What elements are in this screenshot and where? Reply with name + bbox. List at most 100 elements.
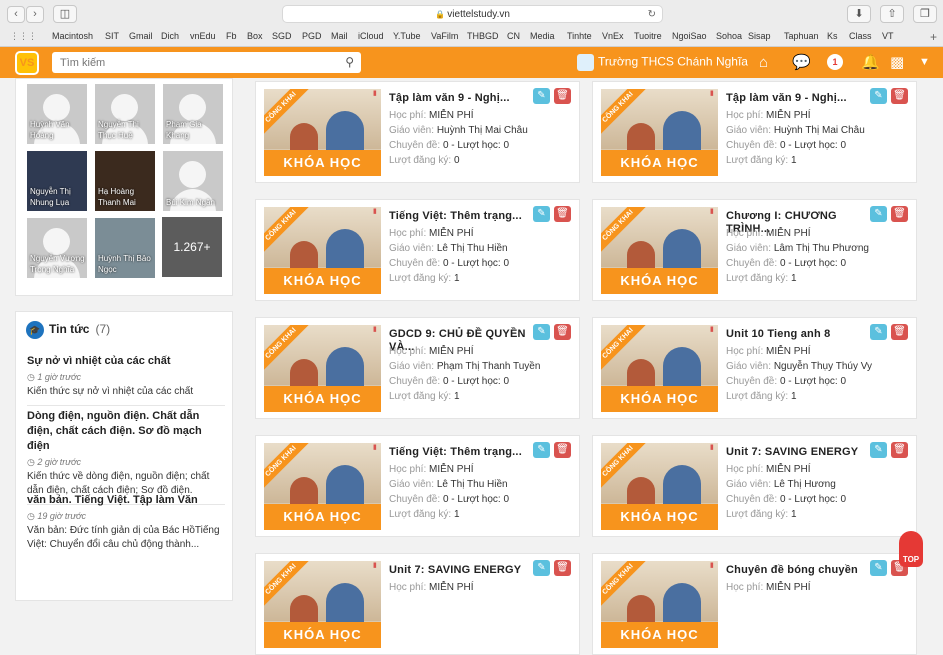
bookmark-link[interactable]: THBGD (467, 31, 499, 41)
news-item[interactable]: Sự nở vì nhiệt của các chất ◷ 1 giờ trước… (27, 354, 225, 406)
home-icon[interactable]: ⌂ (759, 54, 768, 71)
member-avatar[interactable]: Huỳnh Thị Bảo Ngọc (95, 218, 155, 278)
course-title[interactable]: Tiếng Việt: Thêm trạng... (389, 446, 539, 459)
course-card[interactable]: CÔNG KHAI KHÓA HỌC ▮ Tập làm văn 9 - Nghị..… (255, 81, 580, 183)
bookmark-link[interactable]: Media (530, 31, 555, 41)
bookmark-link[interactable]: PGD (302, 31, 322, 41)
course-card[interactable]: CÔNG KHAI KHÓA HỌC ▮ GDCD 9: CHỦ ĐỀ QUYỀN V… (255, 317, 580, 419)
member-avatar[interactable]: Nguyễn Thị Thục Huệ (95, 84, 155, 144)
scroll-to-top-button[interactable]: TOP (893, 531, 929, 579)
bookmark-link[interactable]: Class (849, 31, 872, 41)
edit-icon[interactable]: ✎ (870, 206, 887, 222)
course-title[interactable]: Unit 10 Tieng anh 8 (726, 328, 876, 341)
share-icon[interactable]: ⇧ (880, 5, 904, 23)
edit-icon[interactable]: ✎ (533, 324, 550, 340)
edit-icon[interactable]: ✎ (870, 324, 887, 340)
address-bar[interactable]: 🔒 viettelstudy.vn ↻ (282, 5, 663, 23)
new-tab-icon[interactable]: + (930, 30, 937, 44)
course-thumbnail[interactable]: CÔNG KHAI KHÓA HỌC (264, 207, 381, 294)
bookmark-link[interactable]: Box (247, 31, 263, 41)
delete-icon[interactable]: 🗑 (891, 324, 908, 340)
edit-icon[interactable]: ✎ (533, 206, 550, 222)
bookmark-link[interactable]: VaFilm (431, 31, 458, 41)
course-title[interactable]: Tập làm văn 9 - Nghị... (726, 92, 876, 105)
delete-icon[interactable]: 🗑 (554, 560, 571, 576)
delete-icon[interactable]: 🗑 (554, 206, 571, 222)
course-title[interactable]: Unit 7: SAVING ENERGY (389, 564, 539, 577)
chevron-down-icon[interactable]: ▼ (919, 54, 930, 71)
course-thumbnail[interactable]: CÔNG KHAI KHÓA HỌC (601, 89, 718, 176)
bookmark-link[interactable]: Y.Tube (393, 31, 421, 41)
member-avatar[interactable]: Huỳnh Văn Hoàng (27, 84, 87, 144)
course-card[interactable]: CÔNG KHAI KHÓA HỌC ▮ Chương I: CHƯƠNG TRÌNH… (592, 199, 917, 301)
sidebar-icon[interactable]: ◫ (53, 5, 77, 23)
news-item-title[interactable]: Sự nở vì nhiệt của các chất (27, 354, 225, 369)
news-item[interactable]: văn bản. Tiếng Việt. Tập làm Văn ◷ 19 giờ… (27, 493, 225, 552)
bookmark-link[interactable]: Taphuan (784, 31, 819, 41)
site-logo[interactable]: VS (15, 51, 39, 75)
bookmark-link[interactable]: NgoiSao (672, 31, 707, 41)
bookmark-link[interactable]: Sisap (748, 31, 771, 41)
bookmark-link[interactable]: Macintosh (52, 31, 93, 41)
bookmark-link[interactable]: SIT (105, 31, 119, 41)
bell-icon[interactable]: 🔔 (861, 54, 880, 71)
edit-icon[interactable]: ✎ (533, 560, 550, 576)
delete-icon[interactable]: 🗑 (891, 442, 908, 458)
course-thumbnail[interactable]: CÔNG KHAI KHÓA HỌC (601, 443, 718, 530)
member-avatar[interactable]: Phạm Gia Khang (163, 84, 223, 144)
course-card[interactable]: CÔNG KHAI KHÓA HỌC ▮ Unit 7: SAVING ENERGY ✎… (255, 553, 580, 655)
bookmark-link[interactable]: Tuoitre (634, 31, 662, 41)
bookmark-link[interactable]: Tinhte (567, 31, 592, 41)
bookmark-link[interactable]: Sohoa (716, 31, 742, 41)
course-title[interactable]: Tiếng Việt: Thêm trạng... (389, 210, 539, 223)
bookmark-link[interactable]: iCloud (358, 31, 384, 41)
edit-icon[interactable]: ✎ (870, 442, 887, 458)
forward-icon[interactable]: › (26, 6, 44, 23)
course-thumbnail[interactable]: CÔNG KHAI KHÓA HỌC (601, 561, 718, 648)
delete-icon[interactable]: 🗑 (554, 442, 571, 458)
edit-icon[interactable]: ✎ (870, 560, 887, 576)
course-thumbnail[interactable]: CÔNG KHAI KHÓA HỌC (264, 89, 381, 176)
grid-icon[interactable]: ⋮⋮⋮ (10, 31, 37, 42)
chat-icon[interactable]: 💬 (792, 54, 811, 71)
member-avatar[interactable]: Nguyễn Vương Trọng Nghĩa (27, 218, 87, 278)
course-card[interactable]: CÔNG KHAI KHÓA HỌC ▮ Unit 7: SAVING ENERGY ✎… (592, 435, 917, 537)
member-avatar[interactable]: Bùi Kim Ngân (163, 151, 223, 211)
bookmark-link[interactable]: CN (507, 31, 520, 41)
bookmark-link[interactable]: Fb (226, 31, 237, 41)
member-avatar[interactable]: Nguyễn Thị Nhung Lụa (27, 151, 87, 211)
edit-icon[interactable]: ✎ (533, 88, 550, 104)
news-item-title[interactable]: Dòng điện, nguồn điện. Chất dẫn điện, ch… (27, 409, 225, 454)
bookmark-link[interactable]: Mail (331, 31, 348, 41)
cube-icon[interactable]: ▩ (890, 54, 904, 71)
bookmark-link[interactable]: Gmail (129, 31, 153, 41)
edit-icon[interactable]: ✎ (870, 88, 887, 104)
reload-icon[interactable]: ↻ (648, 6, 656, 23)
course-card[interactable]: CÔNG KHAI KHÓA HỌC ▮ Unit 10 Tieng anh 8 ✎ 🗑 H… (592, 317, 917, 419)
bookmark-link[interactable]: VT (882, 31, 894, 41)
notification-count-badge[interactable]: 1 (827, 54, 843, 70)
course-card[interactable]: CÔNG KHAI KHÓA HỌC ▮ Chuyên đề bóng chuyền ✎… (592, 553, 917, 655)
tabs-icon[interactable]: ❐ (913, 5, 937, 23)
edit-icon[interactable]: ✎ (533, 442, 550, 458)
member-avatar[interactable]: Hạ Hoàng Thanh Mai (95, 151, 155, 211)
course-thumbnail[interactable]: CÔNG KHAI KHÓA HỌC (264, 561, 381, 648)
school-selector[interactable]: Trường THCS Chánh Nghĩa (577, 54, 748, 72)
search-input[interactable] (60, 55, 330, 70)
delete-icon[interactable]: 🗑 (554, 88, 571, 104)
search-box[interactable]: ⚲ (52, 52, 361, 73)
search-icon[interactable]: ⚲ (345, 55, 354, 69)
bookmark-link[interactable]: Dich (161, 31, 179, 41)
delete-icon[interactable]: 🗑 (891, 88, 908, 104)
course-thumbnail[interactable]: CÔNG KHAI KHÓA HỌC (264, 325, 381, 412)
download-icon[interactable]: ⬇ (847, 5, 871, 23)
course-card[interactable]: CÔNG KHAI KHÓA HỌC ▮ Tiếng Việt: Thêm trạng… (255, 199, 580, 301)
course-thumbnail[interactable]: CÔNG KHAI KHÓA HỌC (264, 443, 381, 530)
course-title[interactable]: Chuyên đề bóng chuyền (726, 564, 876, 577)
bookmark-link[interactable]: SGD (272, 31, 292, 41)
delete-icon[interactable]: 🗑 (554, 324, 571, 340)
news-item-title[interactable]: văn bản. Tiếng Việt. Tập làm Văn (27, 493, 225, 508)
back-icon[interactable]: ‹ (7, 6, 25, 23)
more-members-button[interactable]: 1.267+ (162, 217, 222, 277)
course-card[interactable]: CÔNG KHAI KHÓA HỌC ▮ Tiếng Việt: Thêm trạng… (255, 435, 580, 537)
